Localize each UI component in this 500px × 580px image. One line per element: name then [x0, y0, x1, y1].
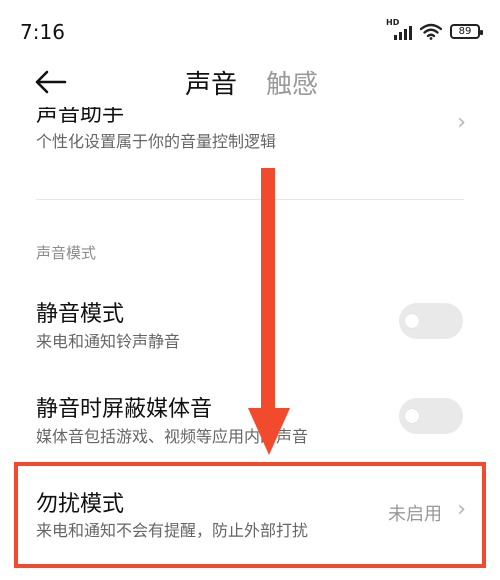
- mute-media-subtitle: 媒体音包括游戏、视频等应用内的声音: [36, 427, 309, 446]
- section-label-sound-mode: 声音模式: [36, 244, 97, 262]
- sound-assistant-subtitle: 个性化设置属于你的音量控制逻辑: [36, 132, 277, 151]
- toggle-knob: [405, 314, 419, 328]
- mute-mode-toggle[interactable]: [399, 303, 463, 339]
- divider: [36, 199, 464, 200]
- back-button[interactable]: [34, 68, 68, 96]
- signal-icon: HD: [386, 18, 412, 40]
- wifi-icon: [420, 23, 442, 40]
- mute-mode-title: 静音模式: [36, 302, 125, 327]
- mute-media-title: 静音时屏蔽媒体音: [36, 397, 213, 422]
- mute-mode-row: 静音模式 来电和通知铃声静音: [0, 280, 500, 370]
- mute-media-toggle[interactable]: [399, 398, 463, 434]
- annotation-highlight-box: [14, 462, 486, 568]
- chevron-right-icon: ›: [457, 110, 466, 135]
- tab-haptics[interactable]: 触感: [266, 64, 318, 101]
- status-bar: 7:16 HD 89: [0, 0, 500, 60]
- mute-media-row: 静音时屏蔽媒体音 媒体音包括游戏、视频等应用内的声音: [0, 375, 500, 465]
- status-time: 7:16: [20, 20, 65, 44]
- back-arrow-icon: [35, 70, 67, 94]
- tab-sound[interactable]: 声音: [185, 64, 237, 101]
- battery-icon: 89: [450, 23, 483, 39]
- battery-level: 89: [458, 25, 472, 37]
- status-icons: HD 89: [386, 18, 483, 40]
- header-bar: 声音 触感: [0, 58, 500, 106]
- toggle-knob: [405, 409, 419, 423]
- mute-mode-subtitle: 来电和通知铃声静音: [36, 332, 181, 351]
